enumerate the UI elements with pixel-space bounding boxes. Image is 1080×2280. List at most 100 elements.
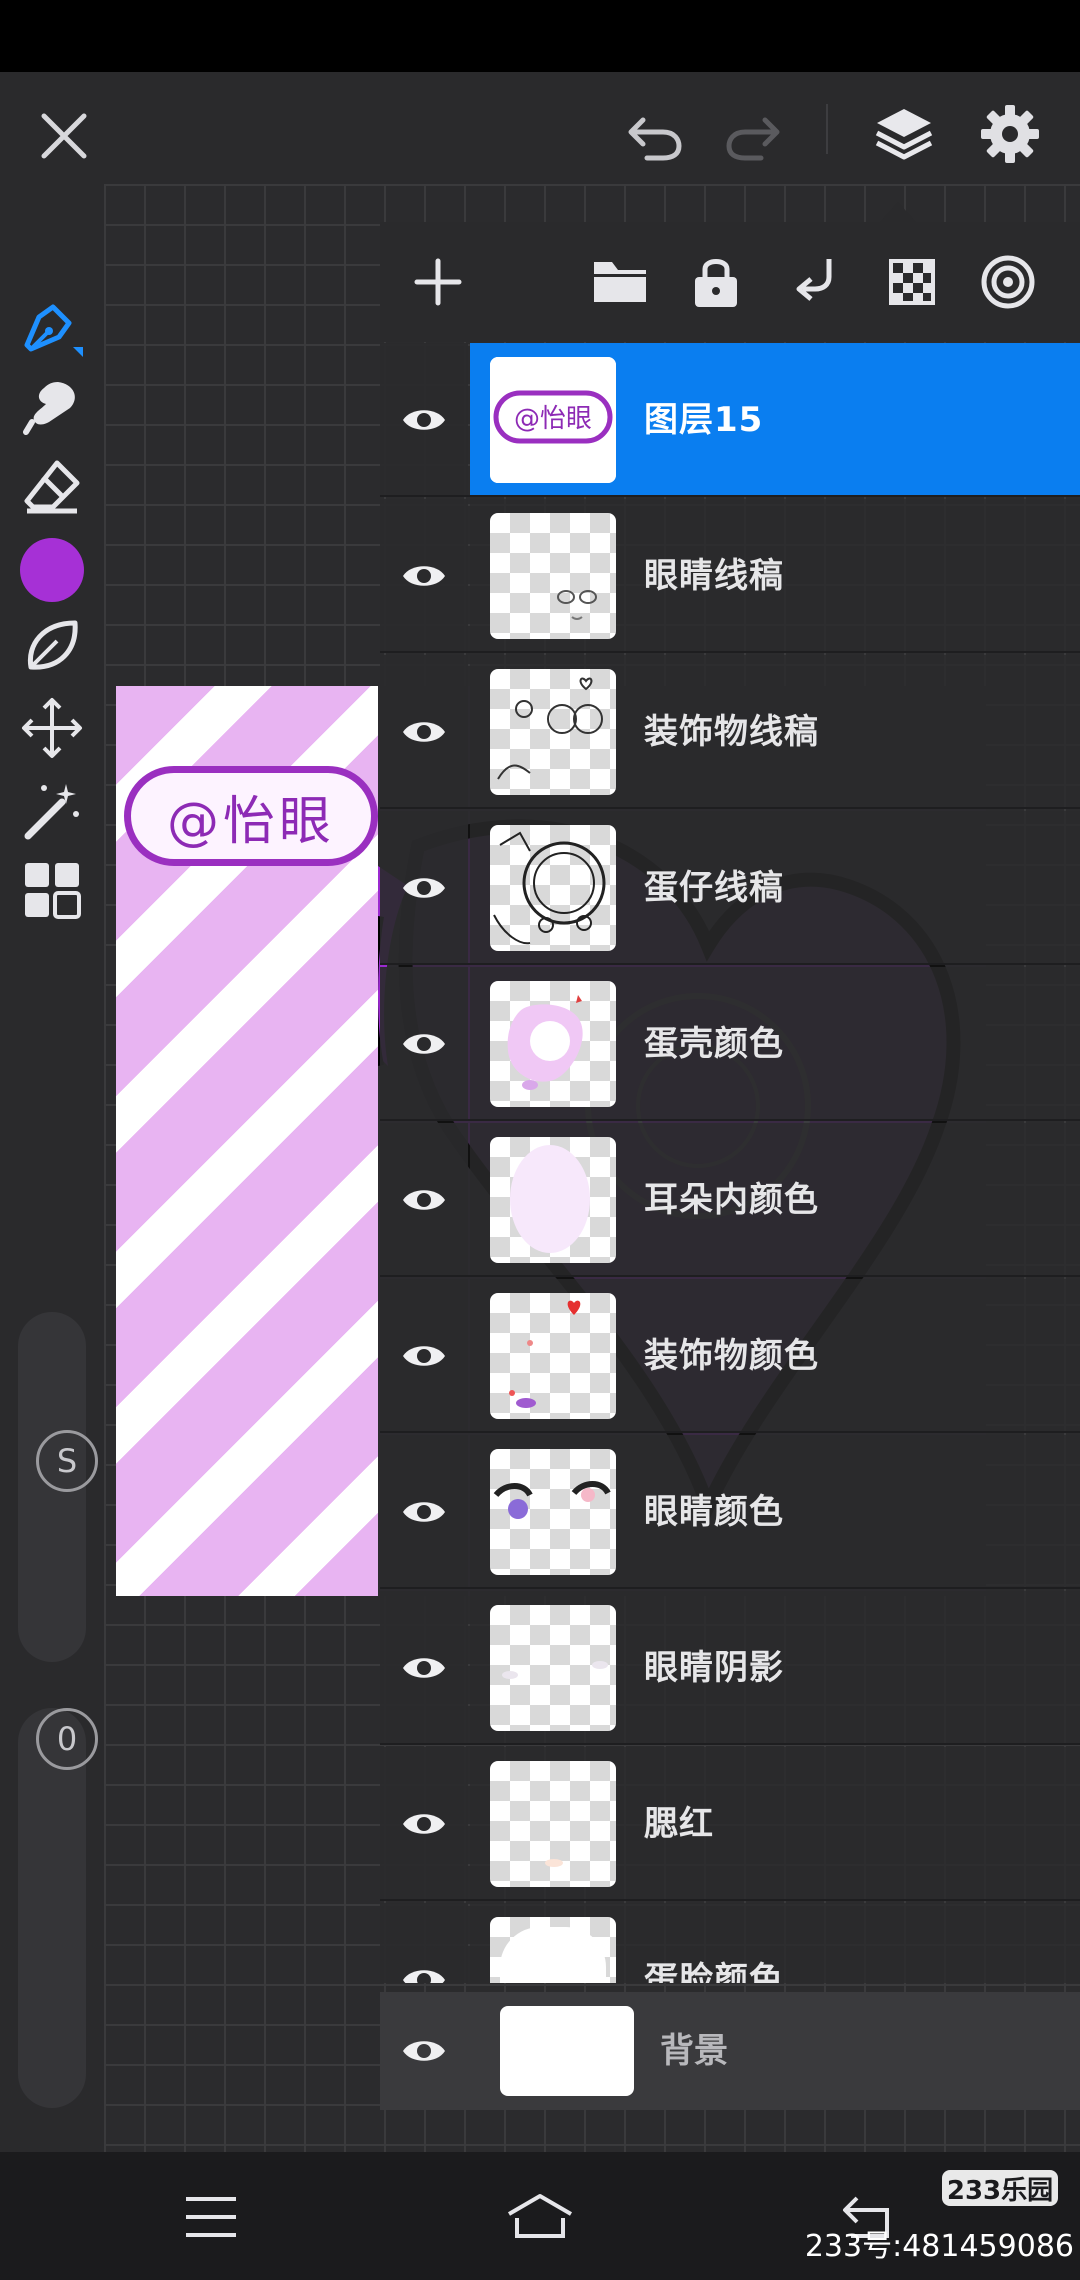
layer-row[interactable]: @怡眼 图层15 — [380, 343, 1080, 497]
layer-row[interactable]: 蛋仔线稿 — [380, 811, 1080, 965]
watermark-logo: 233乐园 — [942, 2170, 1058, 2206]
row-divider — [380, 1431, 1080, 1433]
layer-main[interactable]: 装饰物线稿 — [470, 655, 1080, 809]
layer-row[interactable]: 蛋脸颜色 — [380, 1903, 1080, 1983]
layer-main[interactable]: 装饰物颜色 — [470, 1279, 1080, 1433]
row-divider — [380, 963, 1080, 965]
merge-down-icon[interactable] — [784, 252, 844, 312]
layers-panel: @怡眼 图层15 眼睛线稿 装饰物线稿 蛋仔线稿 蛋壳颜色 耳朵内颜色 装饰物颜… — [380, 222, 1080, 2110]
menu-icon[interactable] — [176, 2182, 246, 2252]
gallery-icon[interactable] — [14, 852, 90, 928]
watermark-id: 233号:481459086 — [804, 2229, 1074, 2264]
alpha-lock-icon[interactable] — [882, 252, 942, 312]
layer-visibility-toggle[interactable] — [380, 811, 468, 965]
layer-visibility-toggle[interactable] — [380, 1123, 468, 1277]
layer-main[interactable]: 耳朵内颜色 — [470, 1123, 1080, 1277]
background-layer-row[interactable]: 背景 — [380, 1992, 1080, 2110]
opacity-knob[interactable]: 0 — [36, 1708, 98, 1770]
layer-row[interactable]: 耳朵内颜色 — [380, 1123, 1080, 1277]
layer-name: 装饰物颜色 — [644, 1336, 819, 1376]
layer-thumbnail — [490, 981, 616, 1107]
eye-icon — [403, 1034, 445, 1054]
row-divider — [380, 1587, 1080, 1589]
layer-visibility-toggle[interactable] — [380, 1591, 468, 1745]
layer-thumbnail — [490, 513, 616, 639]
left-toolbar: S 0 — [0, 184, 104, 2152]
eraser-tool-icon[interactable] — [14, 448, 90, 524]
layer-thumbnail — [490, 1605, 616, 1731]
eye-icon — [403, 1970, 445, 1983]
layer-name: 图层15 — [644, 400, 764, 440]
row-divider — [380, 807, 1080, 809]
clipping-mask-icon[interactable] — [978, 252, 1038, 312]
layer-thumbnail — [490, 1917, 616, 1983]
layer-name: 装饰物线稿 — [644, 712, 819, 752]
layer-main[interactable]: 眼睛线稿 — [470, 499, 1080, 653]
add-layer-icon[interactable] — [408, 252, 468, 312]
eye-icon — [403, 1190, 445, 1210]
eye-icon — [403, 1814, 445, 1834]
layer-row[interactable]: 装饰物颜色 — [380, 1279, 1080, 1433]
smudge-tool-icon[interactable] — [14, 368, 90, 444]
current-color-swatch — [20, 538, 84, 602]
row-divider — [380, 651, 1080, 653]
layer-visibility-toggle[interactable] — [380, 1279, 468, 1433]
brush-size-slider[interactable]: S — [18, 1312, 98, 1662]
eye-icon — [403, 722, 445, 742]
folder-icon[interactable] — [590, 252, 650, 312]
eye-icon — [403, 2041, 445, 2061]
layer-visibility-toggle[interactable] — [380, 499, 468, 653]
layer-thumbnail — [490, 1449, 616, 1575]
layer-row[interactable]: 眼睛线稿 — [380, 499, 1080, 653]
svg-text:@怡眼: @怡眼 — [514, 404, 592, 434]
layer-row[interactable]: 装饰物线稿 — [380, 655, 1080, 809]
layer-main[interactable]: 眼睛阴影 — [470, 1591, 1080, 1745]
top-bar — [0, 72, 1080, 184]
color-picker[interactable] — [14, 532, 90, 608]
layer-main[interactable]: 蛋壳颜色 — [470, 967, 1080, 1121]
eye-icon — [403, 1502, 445, 1522]
redo-icon[interactable] — [718, 102, 788, 172]
magic-wand-icon[interactable] — [14, 772, 90, 848]
layer-visibility-toggle[interactable] — [380, 1903, 468, 1983]
eye-icon — [403, 1346, 445, 1366]
background-color-swatch[interactable] — [500, 2006, 634, 2096]
layer-row[interactable]: 眼睛阴影 — [380, 1591, 1080, 1745]
layer-thumbnail — [490, 669, 616, 795]
layer-visibility-toggle[interactable] — [380, 1992, 468, 2110]
undo-icon[interactable] — [620, 102, 690, 172]
pen-tool-icon[interactable] — [14, 288, 90, 364]
home-icon[interactable] — [505, 2182, 575, 2252]
gear-icon[interactable] — [972, 96, 1048, 172]
layer-visibility-toggle[interactable] — [380, 655, 468, 809]
layer-visibility-toggle[interactable] — [380, 1435, 468, 1589]
layer-name: 耳朵内颜色 — [644, 1180, 819, 1220]
layer-row[interactable]: 眼睛颜色 — [380, 1435, 1080, 1589]
layer-row[interactable]: 腮红 — [380, 1747, 1080, 1901]
layer-main[interactable]: 蛋仔线稿 — [470, 811, 1080, 965]
layer-main[interactable]: 眼睛颜色 — [470, 1435, 1080, 1589]
layer-main[interactable]: 腮红 — [470, 1747, 1080, 1901]
brush-size-knob[interactable]: S — [36, 1430, 98, 1492]
layer-name: 眼睛阴影 — [644, 1648, 784, 1688]
background-layer-name: 背景 — [660, 2031, 728, 2071]
layer-thumbnail — [490, 1293, 616, 1419]
layers-list[interactable]: @怡眼 图层15 眼睛线稿 装饰物线稿 蛋仔线稿 蛋壳颜色 耳朵内颜色 装饰物颜… — [380, 343, 1080, 1983]
row-divider — [380, 1275, 1080, 1277]
layer-visibility-toggle[interactable] — [380, 967, 468, 1121]
layers-icon[interactable] — [866, 96, 942, 172]
status-bar — [0, 0, 1080, 72]
layer-row[interactable]: 蛋壳颜色 — [380, 967, 1080, 1121]
layer-main[interactable]: 蛋脸颜色 — [470, 1903, 1080, 1983]
layer-visibility-toggle[interactable] — [380, 343, 468, 497]
layer-main[interactable]: @怡眼 图层15 — [470, 343, 1080, 497]
artwork-badge: @怡眼 — [124, 766, 378, 866]
lock-icon[interactable] — [686, 252, 746, 312]
opacity-slider[interactable]: 0 — [18, 1708, 98, 2108]
layer-visibility-toggle[interactable] — [380, 1747, 468, 1901]
row-divider — [380, 1119, 1080, 1121]
close-icon[interactable] — [26, 98, 102, 174]
transform-tool-icon[interactable] — [14, 690, 90, 766]
eye-icon — [403, 1658, 445, 1678]
lasso-tool-icon[interactable] — [14, 608, 90, 684]
